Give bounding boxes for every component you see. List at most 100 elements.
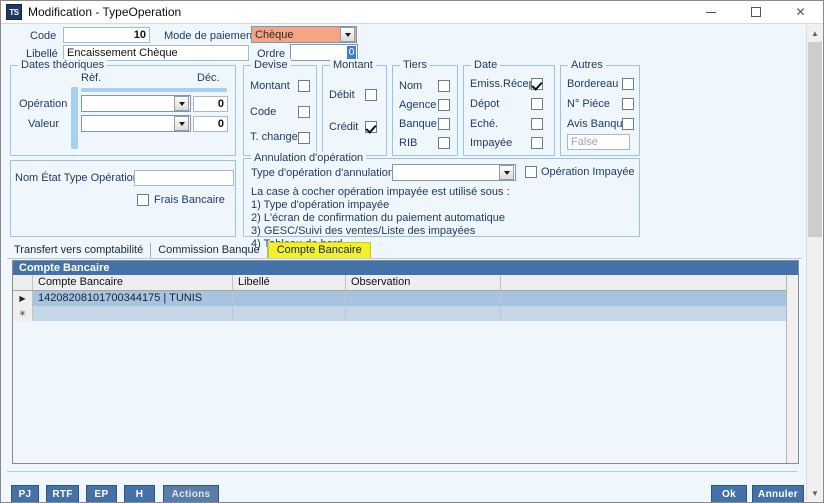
pj-button[interactable]: PJ [11,485,39,502]
tab-strip: Transfert vers comptabilité Commission B… [7,242,802,258]
minimize-button[interactable] [688,1,733,24]
date-eche-checkbox[interactable] [531,118,543,130]
cell-filler [501,291,798,306]
help-line-0: La case à cocher opération impayée est u… [251,186,510,198]
type-annulation-select[interactable] [392,164,516,181]
frais-bancaire-checkbox[interactable] [137,194,149,206]
nom-etat-input[interactable] [134,170,234,186]
grid-header-compte-bancaire[interactable]: Compte Bancaire [33,275,233,290]
devise-group: Devise Montant Code T. change [243,59,317,156]
ok-button[interactable]: Ok [711,485,747,502]
autres-avisbanque-label: Avis Banque [567,118,629,130]
col-ref-header: Rèf. [81,72,102,84]
cancel-button[interactable]: Annuler [752,485,804,502]
date-impayee-checkbox[interactable] [531,137,543,149]
window-title: Modification - TypeOperation [28,5,182,19]
autres-bordereau-checkbox[interactable] [622,78,634,90]
grid-header-filler [501,275,798,290]
autres-avisbanque-checkbox[interactable] [622,118,634,130]
date-emiss-checkbox[interactable] [531,78,543,90]
annulation-group: Annulation d'opération Type d'opération … [243,152,640,250]
scroll-down-icon[interactable]: ▼ [807,485,823,501]
title-bar: TS Modification - TypeOperation ✕ [1,1,823,24]
devise-montant-checkbox[interactable] [298,80,310,92]
cell-compte-bancaire[interactable]: 14208208101700344175 | TUNIS [33,291,233,306]
table-row[interactable]: ▶ 14208208101700344175 | TUNIS [13,291,798,306]
new-row-indicator: ✳ [13,306,33,321]
autres-npiece-label: N° Piéce [567,98,610,110]
nom-etat-panel: Nom État Type Opération Frais Bancaire [10,160,236,237]
group-accent-bar-top [81,88,227,92]
code-input[interactable] [63,27,150,43]
maximize-button[interactable] [733,1,778,24]
chevron-down-icon[interactable] [499,165,514,180]
grid-vertical-scrollbar[interactable] [786,275,798,463]
cell-filler [501,306,798,321]
help-line-1: 1) Type d'opération impayée [251,199,390,211]
tiers-nom-checkbox[interactable] [438,80,450,92]
help-line-2: 2) L'écran de confirmation du paiement a… [251,212,506,224]
tiers-agence-checkbox[interactable] [438,99,450,111]
montant-title: Montant [330,59,376,71]
grid-empty-area [13,321,798,461]
operation-ref-select[interactable] [81,95,191,112]
montant-debit-checkbox[interactable] [365,89,377,101]
tiers-rib-label: RIB [399,137,418,149]
window-vertical-scrollbar[interactable]: ▲ ▼ [806,25,822,501]
cell-libelle[interactable] [233,291,346,306]
valeur-dec-input[interactable] [193,116,228,132]
date-impayee-label: Impayée [470,137,513,149]
avis-banque-input[interactable]: False [567,134,630,150]
devise-code-checkbox[interactable] [298,106,310,118]
help-line-3: 3) GESC/Suivi des ventes/Liste des impay… [251,225,476,237]
maximize-icon [750,7,761,17]
cell-observation[interactable] [346,291,501,306]
ep-button[interactable]: EP [86,485,117,502]
operation-impayee-checkbox[interactable] [525,166,537,178]
app-icon: TS [6,4,22,20]
close-button[interactable]: ✕ [778,1,823,24]
operation-dec-input[interactable] [193,96,228,112]
grid-header-observation[interactable]: Observation [346,275,501,290]
montant-credit-label: Crédit [329,121,359,133]
grid-header-row: Compte Bancaire Libellé Observation [13,275,798,291]
h-button[interactable]: H [124,485,155,502]
date-emiss-label: Emiss.Récep [470,78,535,90]
date-depot-checkbox[interactable] [531,98,543,110]
scroll-up-icon[interactable]: ▲ [807,25,823,41]
chevron-down-icon[interactable] [174,116,189,131]
chevron-down-icon[interactable] [340,27,355,42]
dates-theoriques-title: Dates théoriques [18,59,108,71]
tab-transfert-comptabilite[interactable]: Transfert vers comptabilité [7,243,152,258]
valeur-label: Valeur [28,118,59,130]
devise-code-label: Code [250,106,277,118]
frais-bancaire-label: Frais Bancaire [154,194,225,206]
tiers-rib-checkbox[interactable] [438,137,450,149]
minimize-icon [705,11,716,13]
mode-paiement-label: Mode de paiement [164,30,256,42]
row-indicator: ▶ [13,291,33,306]
actions-button[interactable]: Actions [163,485,219,502]
devise-tchange-checkbox[interactable] [298,132,310,144]
nom-etat-label: Nom État Type Opération [15,172,139,184]
cell-libelle[interactable] [233,306,346,321]
mode-paiement-select[interactable]: Chèque [251,26,357,43]
scrollbar-thumb[interactable] [808,42,822,237]
autres-npiece-checkbox[interactable] [622,98,634,110]
date-eche-label: Eché. [470,118,499,130]
tiers-group: Tiers Nom Agence Banque RIB [392,59,458,156]
autres-bordereau-label: Bordereau [567,78,619,90]
chevron-down-icon[interactable] [174,96,189,111]
devise-tchange-label: T. change [250,131,298,143]
tiers-banque-checkbox[interactable] [438,118,450,130]
tab-compte-bancaire[interactable]: Compte Bancaire [267,242,371,258]
table-row[interactable]: ✳ [13,306,798,321]
rtf-button[interactable]: RTF [46,485,79,502]
montant-credit-checkbox[interactable] [365,121,377,133]
grid-header-libelle[interactable]: Libellé [233,275,346,290]
tab-commission-banque[interactable]: Commission Banque [151,243,268,258]
operation-label: Opération [19,98,68,110]
cell-observation[interactable] [346,306,501,321]
valeur-ref-select[interactable] [81,115,191,132]
cell-compte-bancaire[interactable] [33,306,233,321]
